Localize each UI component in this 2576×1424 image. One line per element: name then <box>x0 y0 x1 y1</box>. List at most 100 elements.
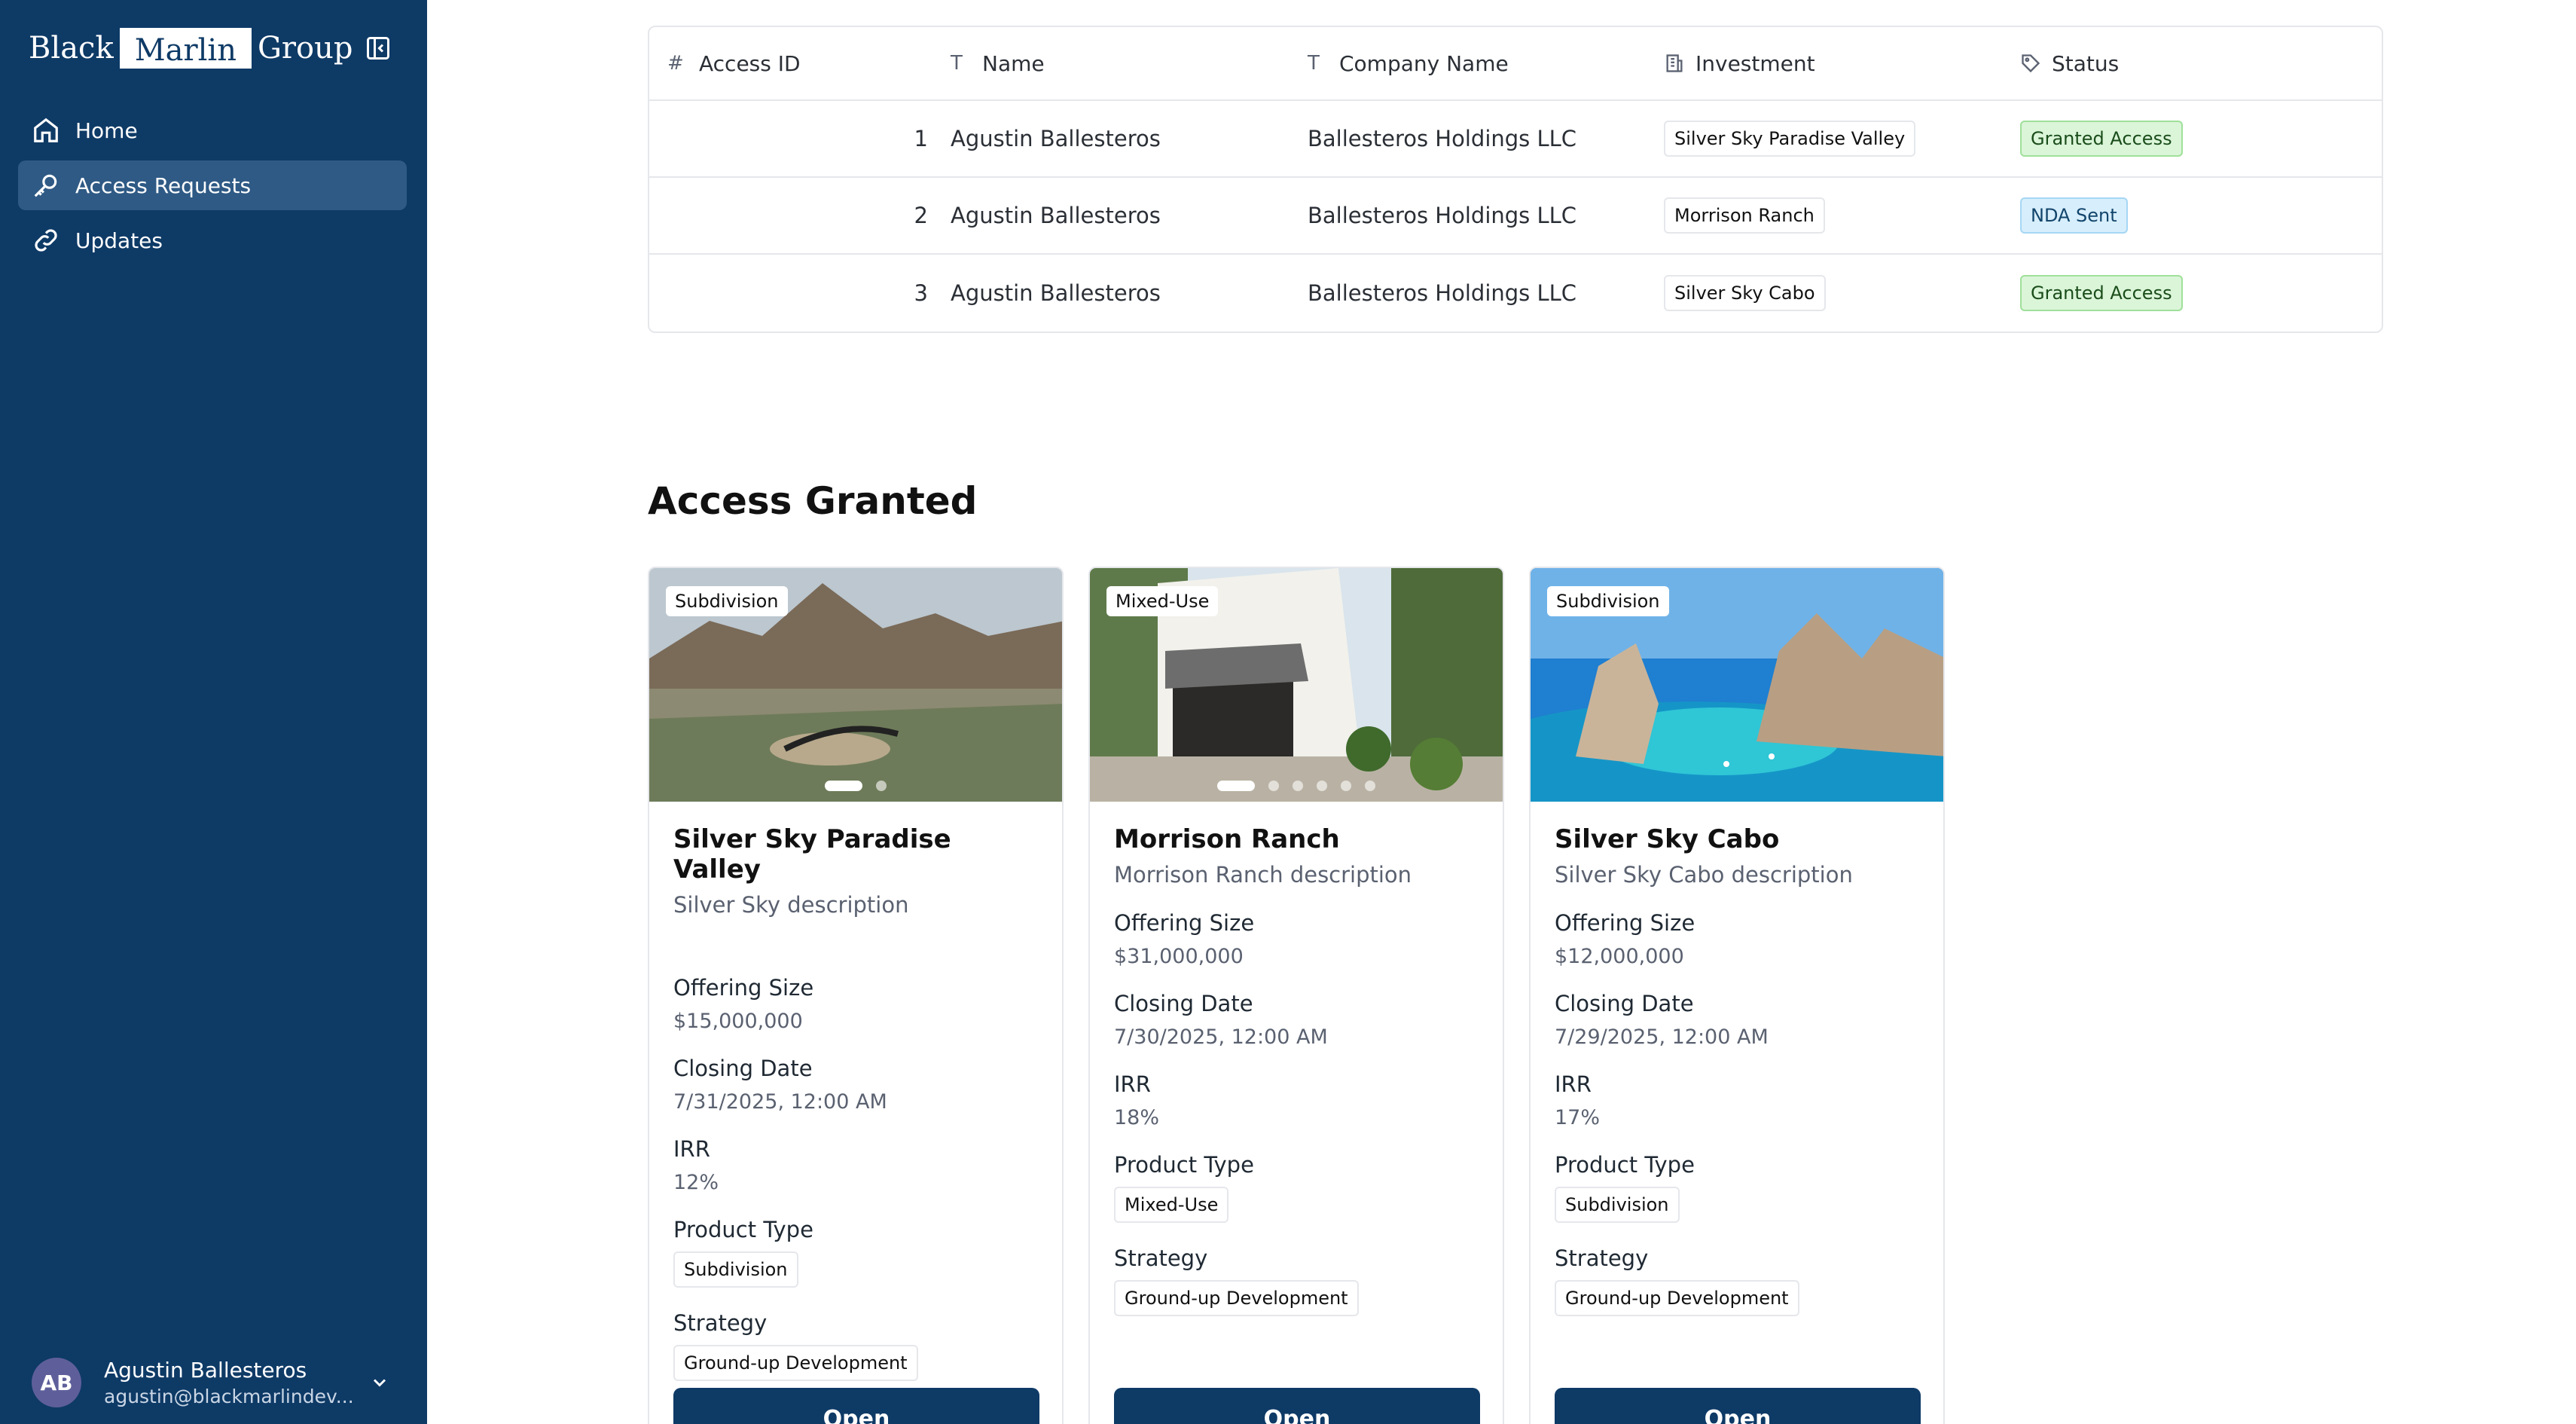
chevron-down-icon[interactable] <box>369 1372 390 1393</box>
irr-value: 17% <box>1555 1106 1601 1129</box>
sidebar-item-home[interactable]: Home <box>18 105 407 155</box>
sidebar-item-updates[interactable]: Updates <box>18 215 407 265</box>
user-name: Agustin Ballesteros <box>104 1358 307 1383</box>
logo[interactable]: Black Marlin Group <box>29 27 353 69</box>
product-type-tag: Mixed-Use <box>1114 1187 1229 1223</box>
status-badge: NDA Sent <box>2020 197 2128 234</box>
carousel-dot[interactable] <box>1217 781 1255 791</box>
home-icon <box>34 118 58 142</box>
cell-access-id: 2 <box>914 203 928 228</box>
card-description: Silver Sky Cabo description <box>1555 862 1853 888</box>
logo-text-marlin: Marlin <box>119 28 252 69</box>
logo-text-black: Black <box>29 31 114 66</box>
column-label: Status <box>2052 50 2120 76</box>
investment-tag: Morrison Ranch <box>1664 197 1825 234</box>
investment-tag: Silver Sky Paradise Valley <box>1664 121 1916 157</box>
investment-card[interactable]: Subdivision Silver Sky Paradise Valley S… <box>648 567 1064 1424</box>
open-button[interactable]: Open <box>1114 1388 1480 1424</box>
column-status[interactable]: Status <box>2020 51 2382 76</box>
logo-text-group: Group <box>257 31 353 66</box>
table-row[interactable]: 3 Agustin Ballesteros Ballesteros Holdin… <box>649 255 2382 332</box>
column-label: Company Name <box>1339 50 1509 76</box>
closing-date-value: 7/29/2025, 12:00 AM <box>1555 1025 1769 1049</box>
closing-date-label: Closing Date <box>1555 991 1694 1016</box>
investment-card[interactable]: Mixed-Use Morrison Ranch Morrison Ranch … <box>1088 567 1504 1424</box>
table-row[interactable]: 1 Agustin Ballesteros Ballesteros Holdin… <box>649 101 2382 178</box>
access-requests-table: # Access ID T Name T Company Name Invest… <box>648 26 2383 333</box>
strategy-label: Strategy <box>1114 1245 1208 1271</box>
column-name[interactable]: T Name <box>951 51 1308 76</box>
sidebar-item-label: Updates <box>75 228 163 253</box>
product-type-label: Product Type <box>673 1217 813 1242</box>
card-description: Morrison Ranch description <box>1114 862 1412 888</box>
irr-label: IRR <box>1114 1071 1151 1097</box>
cell-name: Agustin Ballesteros <box>951 126 1161 151</box>
table-header: # Access ID T Name T Company Name Invest… <box>649 27 2382 101</box>
section-title: Access Granted <box>648 479 978 523</box>
offering-size-label: Offering Size <box>1555 910 1695 936</box>
offering-size-value: $15,000,000 <box>673 1010 803 1033</box>
investment-card[interactable]: Subdivision Silver Sky Cabo Silver Sky C… <box>1529 567 1945 1424</box>
cell-company: Ballesteros Holdings LLC <box>1308 126 1577 151</box>
carousel-dots[interactable] <box>1090 781 1503 791</box>
cell-access-id: 3 <box>914 280 928 306</box>
carousel-dot[interactable] <box>1268 781 1279 791</box>
user-email: agustin@blackmarlindev... <box>104 1386 353 1407</box>
cell-company: Ballesteros Holdings LLC <box>1308 280 1577 306</box>
open-button[interactable]: Open <box>673 1388 1039 1424</box>
product-type-tag: Subdivision <box>1555 1187 1680 1223</box>
card-image-carousel[interactable]: Subdivision <box>649 568 1062 802</box>
status-badge: Granted Access <box>2020 121 2183 157</box>
strategy-tag: Ground-up Development <box>1555 1280 1799 1316</box>
strategy-label: Strategy <box>1555 1245 1649 1271</box>
strategy-label: Strategy <box>673 1310 768 1336</box>
product-type-badge: Mixed-Use <box>1106 586 1219 616</box>
key-icon <box>34 174 57 197</box>
closing-date-label: Closing Date <box>1114 991 1253 1016</box>
column-access-id[interactable]: # Access ID <box>649 51 951 76</box>
closing-date-label: Closing Date <box>673 1056 813 1081</box>
cell-name: Agustin Ballesteros <box>951 280 1161 306</box>
carousel-dot[interactable] <box>1341 781 1351 791</box>
link-icon <box>35 229 57 252</box>
column-company-name[interactable]: T Company Name <box>1308 51 1664 76</box>
table-row[interactable]: 2 Agustin Ballesteros Ballesteros Holdin… <box>649 178 2382 255</box>
carousel-dot[interactable] <box>825 781 862 791</box>
hash-icon: # <box>667 52 684 75</box>
offering-size-value: $31,000,000 <box>1114 945 1244 968</box>
cell-company: Ballesteros Holdings LLC <box>1308 203 1577 228</box>
closing-date-value: 7/31/2025, 12:00 AM <box>673 1090 887 1114</box>
sidebar-collapse-icon[interactable] <box>365 35 392 62</box>
tag-icon <box>2022 54 2040 73</box>
card-image-carousel[interactable]: Mixed-Use <box>1090 568 1503 802</box>
carousel-dots[interactable] <box>649 781 1062 791</box>
carousel-dot[interactable] <box>1293 781 1303 791</box>
strategy-tag: Ground-up Development <box>1114 1280 1359 1316</box>
card-title: Silver Sky Cabo <box>1555 824 1780 854</box>
offering-size-label: Offering Size <box>1114 910 1255 936</box>
avatar: AB <box>32 1358 81 1407</box>
column-label: Name <box>982 50 1045 76</box>
carousel-dot[interactable] <box>876 781 887 791</box>
irr-value: 18% <box>1114 1106 1160 1129</box>
offering-size-label: Offering Size <box>673 975 814 1001</box>
sidebar-item-access-requests[interactable]: Access Requests <box>18 160 407 210</box>
open-button[interactable]: Open <box>1555 1388 1921 1424</box>
product-type-tag: Subdivision <box>673 1251 798 1288</box>
sidebar-item-label: Home <box>75 118 138 143</box>
strategy-tag: Ground-up Development <box>673 1345 918 1381</box>
irr-label: IRR <box>1555 1071 1592 1097</box>
card-image-carousel[interactable]: Subdivision <box>1531 568 1943 802</box>
sidebar-nav: Home Access Requests Updates <box>18 105 407 270</box>
user-menu[interactable]: AB Agustin Ballesteros agustin@blackmarl… <box>32 1356 393 1409</box>
text-icon: T <box>1308 52 1320 75</box>
carousel-dot[interactable] <box>1365 781 1375 791</box>
card-description: Silver Sky description <box>673 892 909 918</box>
product-type-label: Product Type <box>1555 1152 1695 1178</box>
carousel-dot[interactable] <box>1317 781 1327 791</box>
closing-date-value: 7/30/2025, 12:00 AM <box>1114 1025 1328 1049</box>
column-investment[interactable]: Investment <box>1664 51 2020 76</box>
column-label: Access ID <box>699 50 801 76</box>
building-icon <box>1666 54 1683 72</box>
offering-size-value: $12,000,000 <box>1555 945 1684 968</box>
